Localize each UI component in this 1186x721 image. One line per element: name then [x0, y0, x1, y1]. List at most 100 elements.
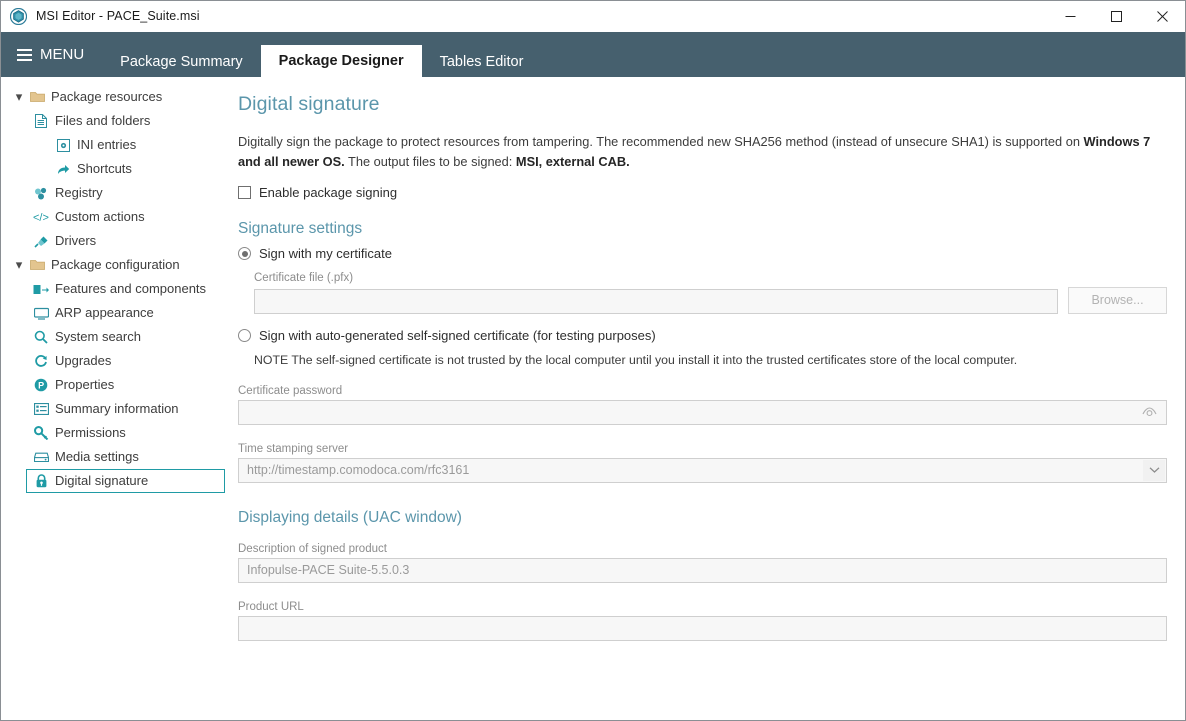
- tab-package-designer[interactable]: Package Designer: [260, 45, 422, 77]
- sidebar-item-label: Media settings: [55, 449, 139, 464]
- sidebar-item-drivers[interactable]: Drivers: [1, 229, 231, 253]
- search-icon: [31, 330, 51, 344]
- enable-package-signing-checkbox[interactable]: [238, 185, 251, 199]
- shortcut-arrow-icon: [53, 163, 73, 176]
- tab-label: Package Designer: [278, 53, 404, 69]
- sidebar-item-package-configuration[interactable]: ▾ Package configuration: [1, 253, 231, 277]
- monitor-icon: [31, 307, 51, 320]
- maximize-button[interactable]: [1093, 1, 1139, 32]
- page-title: Digital signature: [238, 93, 380, 115]
- certificate-file-row: Browse...: [254, 286, 1167, 314]
- sign-with-self-signed-radio[interactable]: [238, 329, 251, 343]
- sidebar-item-registry[interactable]: Registry: [1, 181, 231, 205]
- ini-gear-icon: [53, 138, 73, 152]
- main-menu-button[interactable]: MENU: [1, 32, 102, 77]
- sidebar-item-label: Files and folders: [55, 113, 151, 128]
- certificate-password-group: Certificate password: [238, 385, 1167, 425]
- sidebar-item-ini-entries[interactable]: INI entries: [1, 133, 231, 157]
- sidebar-item-package-resources[interactable]: ▾ Package resources: [1, 85, 231, 109]
- tab-package-summary[interactable]: Package Summary: [102, 46, 261, 77]
- sign-with-my-certificate-row[interactable]: Sign with my certificate: [238, 244, 1167, 264]
- sidebar-item-summary-information[interactable]: Summary information: [1, 397, 231, 421]
- time-stamping-server-value: http://timestamp.comodoca.com/rfc3161: [247, 463, 470, 478]
- certificate-password-input[interactable]: [238, 399, 1167, 425]
- certificate-file-input[interactable]: [254, 288, 1058, 314]
- minimize-button[interactable]: [1047, 1, 1093, 32]
- registry-icon: [31, 187, 51, 200]
- sidebar-item-label: Summary information: [55, 401, 179, 416]
- sidebar-item-features-and-components[interactable]: Features and components: [1, 277, 231, 301]
- sidebar-item-custom-actions[interactable]: </> Custom actions: [1, 205, 231, 229]
- properties-p-icon: P: [31, 378, 51, 392]
- window-controls: [1047, 1, 1185, 32]
- key-icon: [31, 426, 51, 440]
- document-icon: [31, 114, 51, 128]
- sidebar-item-arp-appearance[interactable]: ARP appearance: [1, 301, 231, 325]
- close-button[interactable]: [1139, 1, 1185, 32]
- intro-bold-outputs: MSI, external CAB.: [515, 153, 630, 169]
- time-stamping-server-select[interactable]: http://timestamp.comodoca.com/rfc3161: [238, 457, 1167, 483]
- sidebar-item-label: Features and components: [55, 281, 207, 296]
- enable-package-signing-label: Enable package signing: [259, 184, 398, 200]
- svg-text:P: P: [38, 381, 44, 391]
- tab-tables-editor[interactable]: Tables Editor: [422, 46, 542, 77]
- eye-icon[interactable]: [1142, 407, 1157, 418]
- lock-icon: [31, 474, 51, 488]
- tab-label: Package Summary: [120, 53, 243, 70]
- enable-package-signing-row[interactable]: Enable package signing: [238, 185, 1167, 200]
- sidebar-item-media-settings[interactable]: Media settings: [1, 445, 231, 469]
- tab-label: Tables Editor: [439, 53, 524, 70]
- sidebar-item-label: System search: [55, 329, 141, 344]
- sidebar-item-label: INI entries: [77, 137, 137, 152]
- time-stamping-server-group: Time stamping server http://timestamp.co…: [238, 443, 1167, 483]
- sign-with-self-signed-row[interactable]: Sign with auto-generated self-signed cer…: [238, 326, 1167, 346]
- application-window: MSI Editor - PACE_Suite.msi MENU Package…: [0, 0, 1186, 721]
- product-url-input[interactable]: [238, 615, 1167, 641]
- sidebar-item-system-search[interactable]: System search: [1, 325, 231, 349]
- chevron-down-icon[interactable]: [1143, 459, 1165, 481]
- window-body: ▾ Package resources Files and folders IN…: [1, 77, 1185, 720]
- window-title: MSI Editor - PACE_Suite.msi: [36, 9, 200, 23]
- refresh-icon: [31, 354, 51, 368]
- chevron-down-icon[interactable]: ▾: [11, 257, 27, 273]
- product-url-label: Product URL: [238, 600, 304, 613]
- sign-with-self-signed-label: Sign with auto-generated self-signed cer…: [259, 328, 656, 344]
- sidebar-item-label: Package configuration: [51, 257, 180, 272]
- sidebar-item-label: Shortcuts: [77, 161, 132, 176]
- main-menu-label: MENU: [40, 46, 85, 63]
- description-of-signed-product-input[interactable]: Infopulse-PACE Suite-5.5.0.3: [238, 557, 1167, 583]
- code-icon: </>: [31, 211, 51, 223]
- sidebar-item-label: Properties: [55, 377, 115, 392]
- plug-icon: [31, 235, 51, 248]
- sidebar-item-label: Permissions: [55, 425, 126, 440]
- app-hexagon-icon: [9, 7, 28, 25]
- sidebar-item-digital-signature[interactable]: Digital signature: [1, 469, 231, 493]
- sidebar-item-upgrades[interactable]: Upgrades: [1, 349, 231, 373]
- certificate-password-label: Certificate password: [238, 384, 343, 397]
- sidebar-item-label: ARP appearance: [55, 305, 154, 320]
- self-signed-note: NOTE The self-signed certificate is not …: [254, 352, 1018, 367]
- main-content: Digital signature Digitally sign the pac…: [232, 77, 1185, 720]
- browse-button[interactable]: Browse...: [1068, 286, 1167, 314]
- sidebar-item-label: Custom actions: [55, 209, 145, 224]
- sidebar-item-properties[interactable]: P Properties: [1, 373, 231, 397]
- sign-with-my-certificate-radio[interactable]: [238, 247, 251, 261]
- tab-bar: Package Summary Package Designer Tables …: [102, 32, 541, 77]
- sidebar-item-shortcuts[interactable]: Shortcuts: [1, 157, 231, 181]
- sidebar-tree: ▾ Package resources Files and folders IN…: [1, 77, 232, 720]
- product-url-group: Product URL: [238, 601, 1167, 641]
- sidebar-item-label: Upgrades: [55, 353, 112, 368]
- features-icon: [31, 283, 51, 296]
- certificate-file-label: Certificate file (.pfx): [254, 271, 354, 284]
- intro-text-part1: Digitally sign the package to protect re…: [238, 134, 1084, 149]
- sidebar-item-permissions[interactable]: Permissions: [1, 421, 231, 445]
- sign-with-my-certificate-label: Sign with my certificate: [259, 246, 392, 262]
- intro-paragraph: Digitally sign the package to protect re…: [238, 132, 1167, 172]
- certificate-file-group: Certificate file (.pfx) Browse...: [254, 272, 1167, 314]
- chevron-down-icon[interactable]: ▾: [11, 89, 27, 105]
- folder-icon: [27, 91, 47, 103]
- sidebar-item-label: Digital signature: [55, 473, 149, 488]
- folder-icon: [27, 259, 47, 271]
- intro-text-part2: The output files to be signed:: [344, 153, 516, 169]
- sidebar-item-files-and-folders[interactable]: Files and folders: [1, 109, 231, 133]
